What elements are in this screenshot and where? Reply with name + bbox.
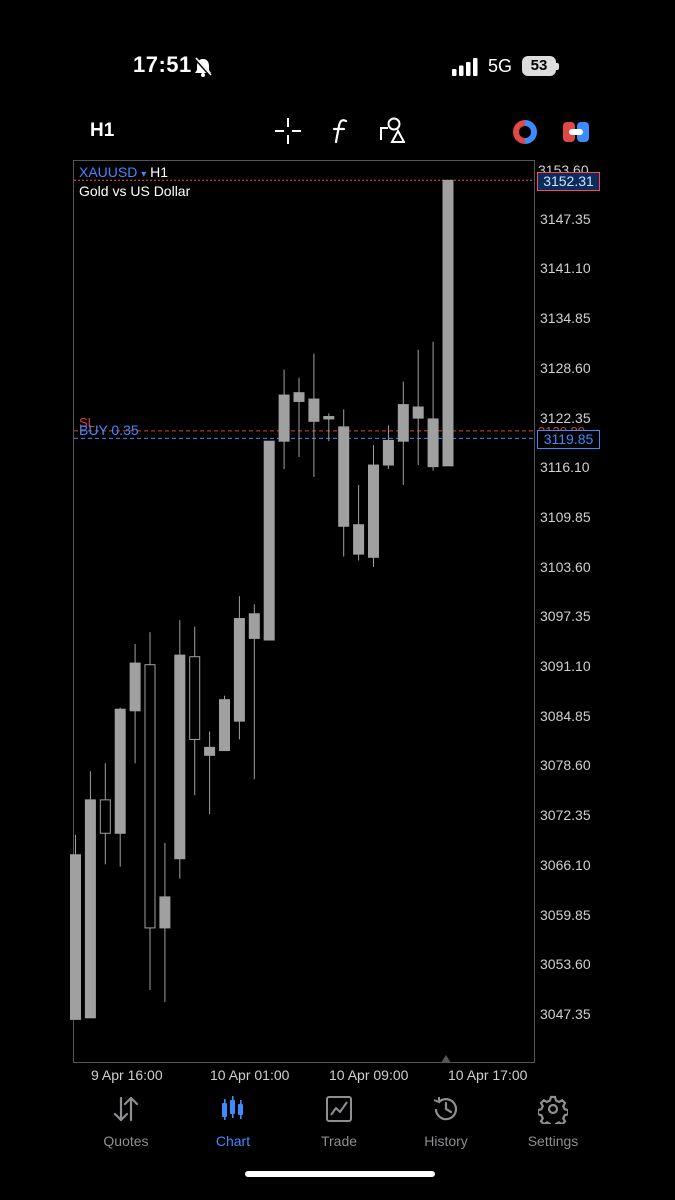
candle-body-bull (248, 613, 260, 639)
candle-body-bull (427, 418, 439, 468)
quotes-arrows-icon (113, 1096, 139, 1122)
candle-body-bull (338, 426, 350, 527)
candle-body-bull (263, 440, 275, 641)
x-tick-label: 9 Apr 16:00 (91, 1067, 163, 1083)
gear-icon (536, 1095, 570, 1129)
candle-body-bull (204, 746, 216, 756)
y-tick-label: 3134.85 (540, 310, 591, 327)
candle-body-bull (368, 464, 379, 558)
candle-body-bull (70, 854, 81, 1020)
symbol-dropdown-arrow: ▾ (141, 169, 147, 180)
symbol-name: XAUUSD (79, 164, 138, 180)
candle-body-bull (84, 799, 96, 1019)
home-indicator[interactable] (245, 1171, 435, 1177)
x-tick-label: 10 Apr 01:00 (210, 1067, 290, 1083)
y-tick-label: 3147.35 (540, 210, 591, 227)
tab-trade-label: Trade (320, 1133, 358, 1149)
candle-body-bull (382, 439, 394, 466)
y-tick-label: 3066.10 (540, 856, 591, 873)
x-tick-label: 10 Apr 09:00 (329, 1067, 409, 1083)
y-tick-label: 3097.35 (540, 608, 591, 625)
candle-body-bear (99, 799, 111, 834)
tab-history[interactable]: History (396, 1094, 496, 1149)
y-tick-label: 3091.10 (540, 658, 591, 675)
x-tick-label: 10 Apr 17:00 (448, 1067, 528, 1083)
y-tick-label: 3103.60 (540, 558, 591, 575)
candle-body-bull (174, 654, 186, 860)
y-tick-label: 3047.35 (540, 1006, 591, 1022)
tab-history-label: History (424, 1133, 468, 1149)
candle-body-bear (144, 664, 156, 929)
y-tick-label: 3084.85 (540, 707, 591, 724)
candle-body-bull (397, 404, 409, 442)
candle-body-bull (353, 524, 365, 555)
candlestick-chart-icon (222, 1096, 243, 1120)
y-tick-label: 3053.60 (540, 956, 591, 973)
y-tick-label: 3141.10 (540, 260, 591, 277)
symbol-description: Gold vs US Dollar (79, 183, 191, 199)
y-tick-label: 3128.60 (540, 359, 591, 376)
current-time-marker (441, 1055, 451, 1063)
candle-body-bull (219, 699, 230, 752)
candle-body-bull (129, 662, 141, 712)
tab-chart[interactable]: Chart (183, 1094, 283, 1149)
symbol-timeframe: H1 (150, 164, 169, 180)
current-price-tag: 3152.31 (537, 172, 600, 191)
y-tick-label: 3109.85 (540, 508, 591, 525)
tab-quotes[interactable]: Quotes (76, 1094, 176, 1149)
candle-body-bull (233, 618, 245, 722)
candle-body-bear (189, 656, 201, 740)
tab-chart-label: Chart (215, 1133, 251, 1149)
candle-body-bull (159, 896, 171, 929)
symbol-label[interactable]: XAUUSD ▾ H1 (79, 164, 168, 180)
candle-body-bull (442, 179, 454, 467)
candle-body-bull (412, 406, 424, 419)
tab-settings-label: Settings (527, 1133, 579, 1149)
buy-price-tag: 3119.85 (537, 430, 600, 449)
tab-settings[interactable]: Settings (503, 1094, 603, 1149)
candle-body-bull (323, 416, 335, 420)
candle-body-bull (114, 708, 126, 834)
history-clock-icon (433, 1097, 458, 1121)
tab-quotes-label: Quotes (103, 1133, 149, 1149)
candle-body-bull (293, 392, 305, 402)
y-tick-label: 3078.60 (540, 757, 591, 774)
y-tick-label: 3116.10 (540, 459, 590, 476)
buy-position-label[interactable]: BUY 0.35 (79, 422, 139, 438)
y-tick-label: 3072.35 (540, 807, 591, 824)
trade-chart-icon (326, 1096, 352, 1122)
candle-body-bull (278, 394, 290, 442)
tab-trade[interactable]: Trade (289, 1094, 389, 1149)
candle-body-bull (308, 398, 320, 422)
y-tick-label: 3059.85 (540, 906, 591, 923)
